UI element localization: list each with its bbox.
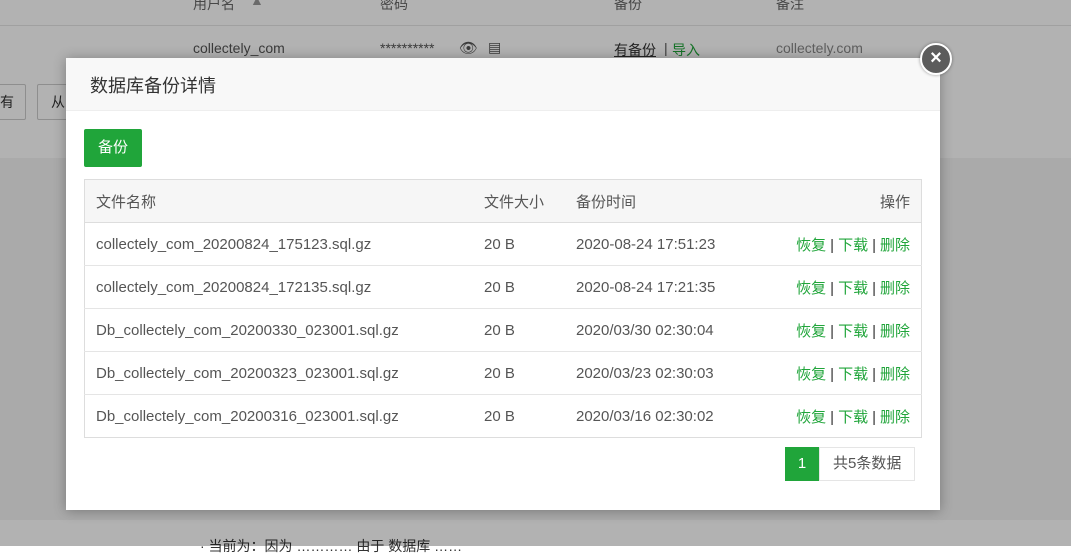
column-file-name: 文件名称 (84, 179, 473, 223)
backup-time: 2020-08-24 17:51:23 (565, 222, 767, 266)
restore-link[interactable]: 恢复 (796, 323, 826, 340)
backup-button[interactable]: 备份 (84, 129, 142, 167)
delete-link[interactable]: 删除 (880, 237, 910, 254)
backup-time: 2020/03/23 02:30:03 (565, 351, 767, 395)
file-size: 20 B (473, 222, 565, 266)
restore-link[interactable]: 恢复 (796, 366, 826, 383)
separator: | (830, 279, 835, 297)
pagination: 1 共5条数据 (785, 447, 916, 481)
download-link[interactable]: 下载 (838, 237, 868, 254)
download-link[interactable]: 下载 (838, 280, 868, 297)
download-link[interactable]: 下载 (838, 409, 868, 426)
row-actions: 恢复 | 下载 | 删除 (767, 222, 922, 266)
separator: | (872, 236, 876, 254)
delete-link[interactable]: 删除 (880, 323, 910, 340)
column-file-size: 文件大小 (473, 179, 565, 223)
file-size: 20 B (473, 351, 565, 395)
separator: | (872, 408, 876, 426)
delete-link[interactable]: 删除 (880, 366, 910, 383)
page-1-button[interactable]: 1 (785, 447, 819, 481)
delete-link[interactable]: 删除 (880, 409, 910, 426)
table-row: Db_collectely_com_20200316_023001.sql.gz… (85, 395, 922, 438)
file-size: 20 B (473, 265, 565, 309)
separator: | (830, 365, 835, 383)
separator: | (872, 279, 876, 297)
table-row: Db_collectely_com_20200330_023001.sql.gz… (84, 308, 922, 352)
file-name: Db_collectely_com_20200316_023001.sql.gz (96, 407, 399, 425)
row-actions: 恢复 | 下载 | 删除 (767, 395, 922, 438)
separator: | (872, 365, 876, 383)
file-name: collectely_com_20200824_172135.sql.gz (84, 265, 473, 309)
delete-link[interactable]: 删除 (880, 280, 910, 297)
row-actions: 恢复 | 下载 | 删除 (767, 351, 922, 395)
separator: | (830, 408, 835, 426)
download-link[interactable]: 下载 (838, 323, 868, 340)
restore-link[interactable]: 恢复 (796, 237, 826, 254)
table-row: collectely_com_20200824_172135.sql.gz 20 … (84, 265, 922, 309)
restore-link[interactable]: 恢复 (796, 280, 826, 297)
file-name: Db_collectely_com_20200330_023001.sql.gz (84, 308, 473, 352)
table-row: Db_collectely_com_20200323_023001.sql.gz… (84, 351, 922, 395)
backup-time: 2020-08-24 17:21:35 (565, 265, 767, 309)
restore-link[interactable]: 恢复 (796, 409, 826, 426)
total-count: 共5条数据 (819, 447, 916, 481)
backup-time: 2020/03/16 02:30:02 (576, 407, 714, 425)
file-size: 20 B (484, 407, 515, 425)
separator: | (872, 322, 876, 340)
row-actions: 恢复 | 下载 | 删除 (767, 308, 922, 352)
table-header-row: 文件名称 文件大小 备份时间 操作 (84, 179, 922, 223)
download-link[interactable]: 下载 (838, 366, 868, 383)
file-name: Db_collectely_com_20200323_023001.sql.gz (84, 351, 473, 395)
file-size: 20 B (473, 308, 565, 352)
row-actions: 恢复 | 下载 | 删除 (767, 265, 922, 309)
separator: | (830, 236, 835, 254)
close-icon[interactable]: × (920, 43, 952, 75)
column-actions: 操作 (767, 179, 922, 223)
backup-files-table: 文件名称 文件大小 备份时间 操作 collectely_com_2020082… (84, 179, 922, 438)
column-backup-time: 备份时间 (565, 179, 767, 223)
separator: | (830, 322, 835, 340)
dialog-title: 数据库备份详情 (90, 76, 216, 96)
dialog-title-bar: 数据库备份详情 (66, 58, 940, 111)
table-row: collectely_com_20200824_175123.sql.gz 20 … (84, 222, 922, 266)
backup-time: 2020/03/30 02:30:04 (565, 308, 767, 352)
file-name: collectely_com_20200824_175123.sql.gz (84, 222, 473, 266)
backup-details-dialog: 数据库备份详情 备份 文件名称 文件大小 备份时间 操作 collectely_… (66, 58, 940, 510)
